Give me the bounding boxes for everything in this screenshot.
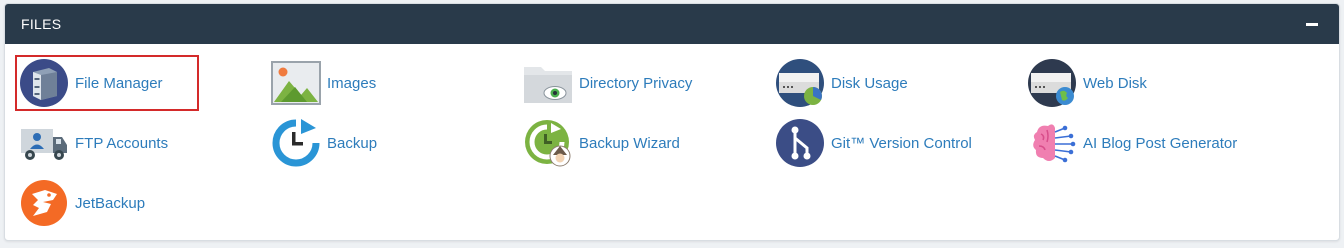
server-pie-icon bbox=[775, 58, 825, 108]
tool-label: Disk Usage bbox=[831, 74, 908, 92]
ai-brain-icon bbox=[1027, 118, 1077, 168]
tool-directory-privacy[interactable]: Directory Privacy bbox=[519, 55, 739, 111]
truck-user-icon bbox=[19, 118, 69, 168]
tool-file-manager[interactable]: File Manager bbox=[15, 55, 199, 111]
tool-label: Backup Wizard bbox=[579, 134, 680, 152]
collapse-button[interactable] bbox=[1301, 13, 1323, 35]
tool-label: AI Blog Post Generator bbox=[1083, 134, 1238, 152]
clock-refresh-icon bbox=[271, 118, 321, 168]
tool-backup[interactable]: Backup bbox=[267, 115, 467, 171]
tool-git-version-control[interactable]: Git™ Version Control bbox=[771, 115, 991, 171]
tool-label: Images bbox=[327, 74, 377, 92]
tool-label: JetBackup bbox=[75, 194, 146, 212]
minus-icon bbox=[1306, 22, 1318, 26]
tool-label: Web Disk bbox=[1083, 74, 1147, 92]
folder-eye-icon bbox=[523, 58, 573, 108]
server-globe-icon bbox=[1027, 58, 1077, 108]
tool-images[interactable]: Images bbox=[267, 55, 467, 111]
wizard-refresh-icon bbox=[523, 118, 573, 168]
tool-label: File Manager bbox=[75, 74, 163, 92]
tool-web-disk[interactable]: Web Disk bbox=[1023, 55, 1223, 111]
panel-title: FILES bbox=[21, 16, 62, 32]
jetbackup-logo-icon bbox=[19, 178, 69, 228]
tool-ai-blog-post-generator[interactable]: AI Blog Post Generator bbox=[1023, 115, 1263, 171]
image-landscape-icon bbox=[271, 58, 321, 108]
tool-disk-usage[interactable]: Disk Usage bbox=[771, 55, 971, 111]
tool-label: Directory Privacy bbox=[579, 74, 693, 92]
tool-jetbackup[interactable]: JetBackup bbox=[15, 175, 215, 231]
tools-grid: File Manager Images Directory Privacy Di… bbox=[5, 45, 1339, 240]
tool-ftp-accounts[interactable]: FTP Accounts bbox=[15, 115, 215, 171]
tool-label: Backup bbox=[327, 134, 378, 152]
tool-label: Git™ Version Control bbox=[831, 134, 972, 152]
git-branch-icon bbox=[775, 118, 825, 168]
panel-header[interactable]: FILES bbox=[5, 4, 1339, 44]
file-cabinet-icon bbox=[19, 58, 69, 108]
tool-backup-wizard[interactable]: Backup Wizard bbox=[519, 115, 719, 171]
tool-label: FTP Accounts bbox=[75, 134, 169, 152]
files-panel: FILES File Manager Images Directory Priv… bbox=[4, 3, 1340, 241]
